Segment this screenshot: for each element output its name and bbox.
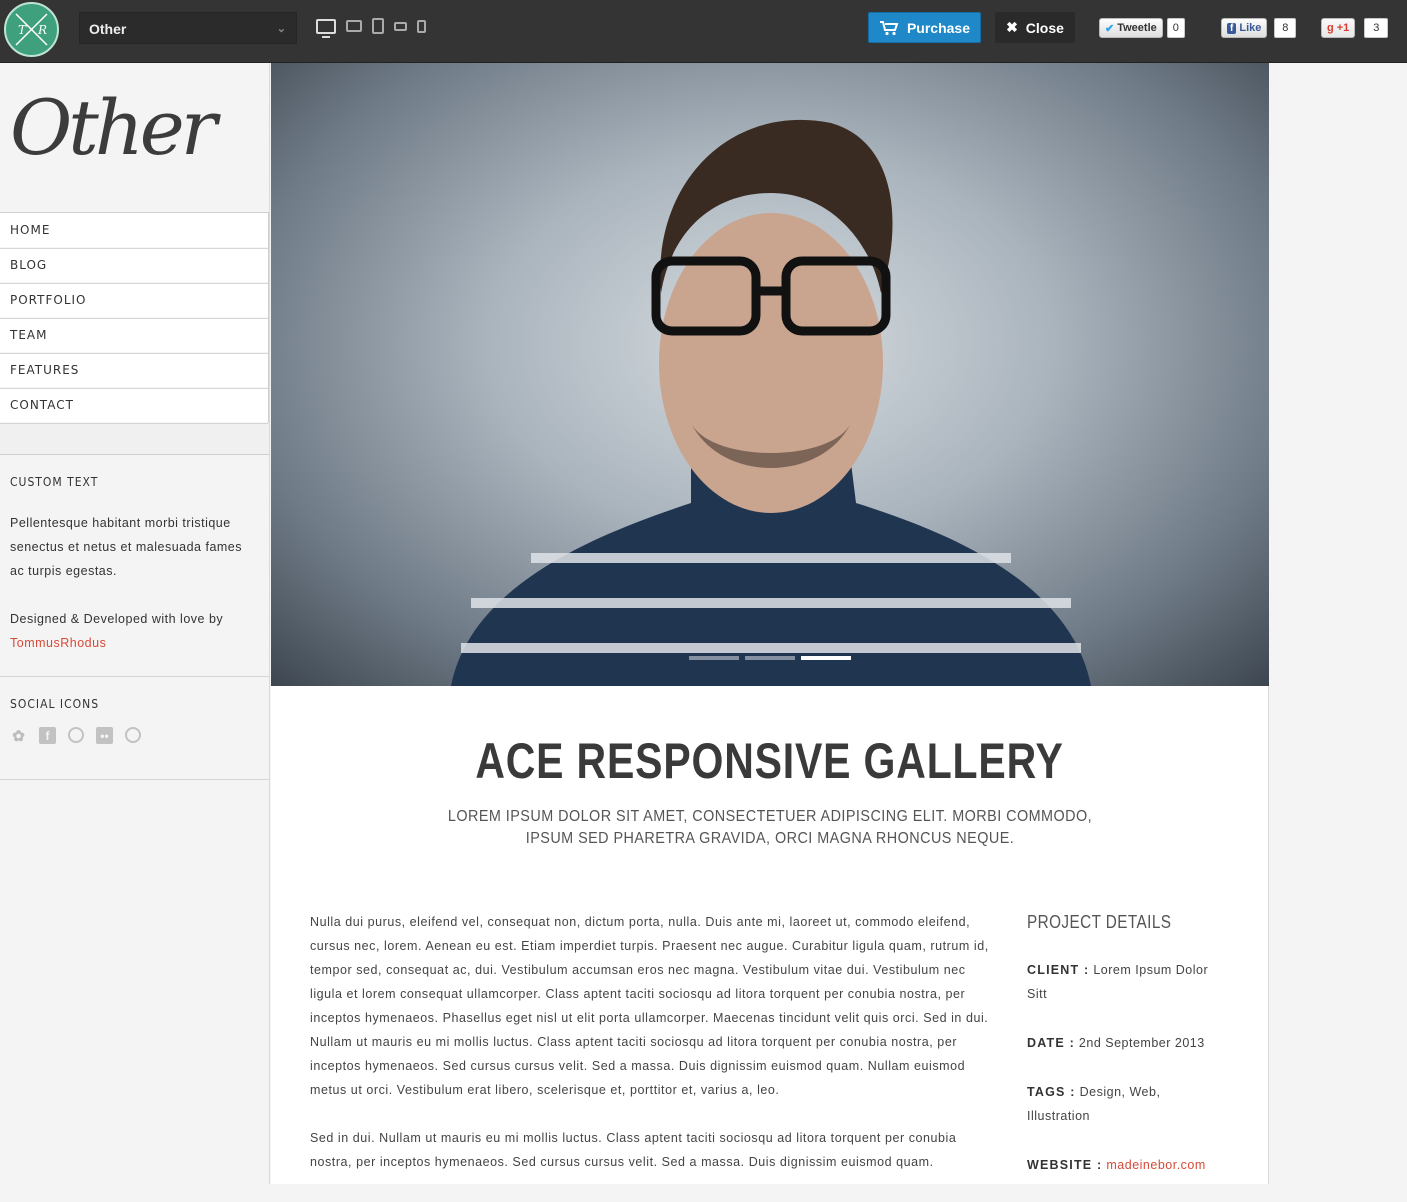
custom-text-paragraph: Pellentesque habitant morbi tristique se… — [10, 516, 243, 578]
dribbble-icon[interactable] — [68, 727, 84, 743]
close-label: Close — [1025, 19, 1064, 36]
phone-landscape-view-icon[interactable] — [394, 21, 407, 31]
slider-pagination — [689, 656, 851, 660]
custom-text-widget: CUSTOM TEXT Pellentesque habitant morbi … — [0, 455, 269, 677]
nav-item-portfolio[interactable]: PORTFOLIO — [0, 282, 268, 319]
social-icons-widget: SOCIAL ICONS ✿ f •• — [0, 677, 269, 780]
slider-dot-1[interactable] — [689, 656, 739, 660]
project-subtitle: LOREM IPSUM DOLOR SIT AMET, CONSECTETUER… — [447, 808, 1092, 847]
description-paragraph: Sed in dui. Nullam ut mauris eu mi molli… — [310, 1131, 957, 1169]
nav-item-features[interactable]: FEATURES — [0, 352, 268, 389]
plusone-button[interactable]: g +1 — [1321, 18, 1356, 38]
description-paragraph: Nulla dui purus, eleifend vel, consequat… — [310, 915, 989, 1097]
project-title: ACE RESPONSIVE GALLERY — [475, 733, 1064, 789]
like-count: 8 — [1274, 18, 1297, 38]
slider-dot-2[interactable] — [745, 656, 795, 660]
like-label: Like — [1239, 22, 1262, 34]
logo-letter-t: T — [18, 23, 27, 37]
device-switcher — [316, 18, 426, 38]
project-description: Nulla dui purus, eleifend vel, consequat… — [310, 910, 990, 1202]
custom-text-title: CUSTOM TEXT — [10, 475, 99, 489]
google-plusone-share[interactable]: g +1 3 — [1321, 18, 1389, 38]
nav-item-contact[interactable]: CONTACT — [0, 387, 268, 424]
crossed-arrows-icon: T R — [15, 13, 48, 46]
tweet-label: Tweetle — [1117, 22, 1157, 34]
tablet-portrait-view-icon[interactable] — [372, 18, 384, 34]
client-label: CLIENT : — [1027, 963, 1090, 977]
nav-item-team[interactable]: TEAM — [0, 317, 268, 354]
purchase-button[interactable]: Purchase — [868, 12, 981, 43]
tweet-button[interactable]: ✔ Tweetle — [1099, 18, 1163, 38]
phone-portrait-view-icon[interactable] — [417, 19, 426, 33]
tablet-landscape-view-icon[interactable] — [346, 20, 362, 32]
project-content: ACE RESPONSIVE GALLERY LOREM IPSUM DOLOR… — [271, 686, 1268, 1202]
tags-label: TAGS : — [1027, 1085, 1076, 1099]
website-link[interactable]: madeinebor.com — [1106, 1158, 1205, 1172]
date-value: 2nd September 2013 — [1078, 1036, 1205, 1050]
twitter-bird-icon: ✔ — [1105, 22, 1115, 35]
facebook-icon: f — [1227, 22, 1237, 34]
preview-topbar: T R Other ⌄ Purchase ✖ Close ✔ Tweetle 0… — [0, 0, 1407, 63]
slider-dot-3[interactable] — [801, 656, 851, 660]
google-plus-icon: g — [1327, 22, 1334, 34]
facebook-icon[interactable]: f — [39, 727, 56, 744]
nav-item-home[interactable]: HOME — [0, 212, 268, 249]
plusone-label: +1 — [1336, 22, 1350, 34]
project-details-title: PROJECT DETAILS — [1027, 912, 1172, 932]
nav-divider — [0, 423, 269, 455]
close-icon: ✖ — [1006, 19, 1018, 35]
sidebar: Other HOME BLOG PORTFOLIO TEAM FEATURES … — [0, 63, 270, 1184]
portrait-photo — [451, 119, 1091, 686]
nav-item-blog[interactable]: BLOG — [0, 247, 268, 284]
date-label: DATE : — [1027, 1036, 1075, 1050]
theme-select[interactable]: Other ⌄ — [79, 12, 297, 44]
like-button[interactable]: f Like — [1221, 18, 1268, 38]
detail-website: WEBSITE : madeinebor.com — [1027, 1153, 1227, 1177]
facebook-like-share[interactable]: f Like 8 — [1221, 18, 1297, 38]
twitter-icon[interactable]: ✿ — [10, 727, 27, 745]
social-icons-row: ✿ f •• — [10, 727, 259, 745]
site-logo[interactable]: Other — [10, 83, 217, 172]
chevron-down-icon: ⌄ — [276, 23, 286, 35]
page-background-right — [1270, 63, 1407, 1184]
cart-icon — [879, 20, 899, 35]
social-icons-title: SOCIAL ICONS — [10, 697, 100, 711]
tweet-share[interactable]: ✔ Tweetle 0 — [1099, 18, 1185, 38]
purchase-label: Purchase — [906, 19, 971, 36]
brand-area: Other — [0, 63, 269, 213]
plusone-count: 3 — [1364, 18, 1389, 38]
credit-line: Designed & Developed with love by Tommus… — [10, 607, 259, 655]
main-content: ACE RESPONSIVE GALLERY LOREM IPSUM DOLOR… — [271, 63, 1269, 1184]
credit-link[interactable]: TommusRhodus — [10, 636, 106, 650]
theme-select-value: Other — [89, 21, 127, 37]
detail-tags: TAGS : Design, Web, Illustration — [1027, 1080, 1227, 1128]
site-logo-badge[interactable]: T R — [4, 2, 59, 57]
tweet-count: 0 — [1166, 18, 1185, 38]
project-columns: Nulla dui purus, eleifend vel, consequat… — [310, 910, 1229, 1202]
logo-letter-r: R — [37, 23, 47, 37]
credit-text: Designed & Developed with love by — [10, 612, 224, 626]
desktop-view-icon[interactable] — [316, 18, 336, 38]
project-details: PROJECT DETAILS CLIENT : Lorem Ipsum Dol… — [1027, 910, 1227, 1202]
close-button[interactable]: ✖ Close — [995, 12, 1075, 43]
detail-date: DATE : 2nd September 2013 — [1027, 1031, 1227, 1055]
github-icon[interactable] — [125, 727, 141, 743]
flickr-icon[interactable]: •• — [96, 727, 113, 744]
gallery-slider[interactable] — [271, 63, 1269, 686]
detail-client: CLIENT : Lorem Ipsum Dolor Sitt — [1027, 958, 1227, 1006]
website-label: WEBSITE : — [1027, 1158, 1103, 1172]
main-nav: HOME BLOG PORTFOLIO TEAM FEATURES CONTAC… — [0, 212, 269, 424]
